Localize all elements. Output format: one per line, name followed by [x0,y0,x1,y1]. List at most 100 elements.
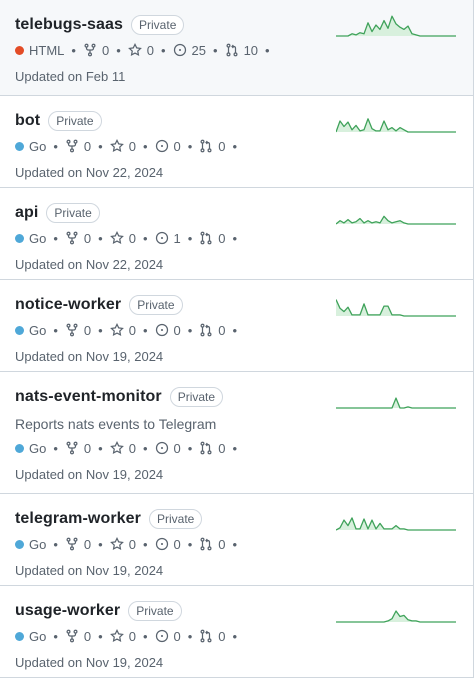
repo-card[interactable]: api Private Go • 0 • 0 • 1 • 0 • Updated… [0,188,473,280]
pull-requests-link[interactable]: 0 [199,441,226,456]
separator-dot: • [142,440,148,456]
stars-count: 0 [128,138,136,154]
forks-link[interactable]: 0 [65,537,91,552]
repo-name-link[interactable]: api [15,204,38,222]
updated-date: Updated on Feb 11 [15,69,126,84]
repo-card[interactable]: usage-worker Private Go • 0 • 0 • 0 • 0 … [0,586,473,678]
issue-icon [155,323,168,337]
repo-card[interactable]: telegram-worker Private Go • 0 • 0 • 0 •… [0,494,473,586]
issue-icon [155,537,168,551]
pull-request-icon [200,537,212,551]
repo-meta: Go • 0 • 0 • 1 • 0 • [15,227,458,249]
repo-meta: Go • 0 • 0 • 0 • 0 • [15,625,458,647]
pull-requests-count: 0 [218,230,226,246]
pull-requests-count: 0 [218,536,226,552]
activity-sparkline [336,299,456,317]
fork-icon [66,441,78,455]
repo-name-link[interactable]: nats-event-monitor [15,388,162,406]
forks-count: 0 [101,42,110,58]
pull-requests-count: 0 [218,628,226,644]
stars-link[interactable]: 0 [109,537,136,552]
pull-requests-link[interactable]: 0 [199,536,226,552]
repo-name-link[interactable]: usage-worker [15,602,120,620]
issues-link[interactable]: 0 [155,441,181,456]
stars-link[interactable]: 0 [109,441,136,456]
issues-link[interactable]: 0 [155,323,181,338]
pull-requests-link[interactable]: 0 [199,230,226,246]
separator-dot: • [53,230,58,246]
stars-count: 0 [128,628,136,644]
pull-requests-link[interactable]: 0 [199,138,226,154]
repo-card[interactable]: telebugs-saas Private HTML • 0 • 0 • 25 [0,0,473,96]
pull-requests-link[interactable]: 0 [199,323,226,338]
forks-link[interactable]: 0 [83,43,109,58]
visibility-badge: Private [131,15,185,35]
updated-date: Updated on Nov 19, 2024 [15,467,164,482]
stars-link[interactable]: 0 [127,42,154,58]
repository-list: telebugs-saas Private HTML • 0 • 0 • 25 [0,0,474,678]
forks-link[interactable]: 0 [65,231,91,246]
stars-link[interactable]: 0 [109,138,136,154]
separator-dot: • [142,628,148,644]
issues-link[interactable]: 0 [155,629,181,644]
star-icon [109,629,124,643]
separator-dot: • [142,230,148,246]
repo-card[interactable]: notice-worker Private Go • 0 • 0 • 0 • 0… [0,280,473,372]
star-icon [109,441,124,455]
stars-link[interactable]: 0 [109,230,136,246]
forks-link[interactable]: 0 [65,629,91,644]
language-color-icon [15,631,24,641]
stars-link[interactable]: 0 [109,323,136,338]
separator-dot: • [213,42,218,58]
separator-dot: • [71,42,76,58]
repo-name-link[interactable]: bot [15,112,40,130]
pull-requests-link[interactable]: 0 [199,628,226,644]
star-icon [127,43,142,57]
forks-link[interactable]: 0 [65,139,91,154]
fork-icon [84,43,96,57]
separator-dot: • [98,322,103,338]
issues-count: 0 [173,440,181,456]
star-icon [109,231,124,245]
language-color-icon [15,45,24,55]
activity-area [336,299,456,316]
updated-date: Updated on Nov 22, 2024 [15,165,164,180]
issues-count: 0 [173,322,181,338]
stars-count: 0 [128,230,136,246]
separator-dot: • [187,322,193,338]
activity-sparkline [336,397,456,409]
repo-name-link[interactable]: telebugs-saas [15,16,123,34]
issues-count: 0 [173,536,181,552]
language-label: Go [29,322,47,338]
visibility-badge: Private [129,295,183,315]
stars-count: 0 [146,42,154,58]
repo-name-link[interactable]: telegram-worker [15,510,141,528]
repo-meta: HTML • 0 • 0 • 25 • 10 • [15,39,458,61]
pull-requests-link[interactable]: 10 [225,43,258,58]
pull-requests-count: 0 [218,138,226,154]
forks-link[interactable]: 0 [65,441,91,456]
separator-dot: • [187,628,193,644]
stars-link[interactable]: 0 [109,628,136,644]
issues-link[interactable]: 0 [155,537,181,552]
separator-dot: • [160,42,166,58]
visibility-badge: Private [169,387,224,407]
separator-dot: • [98,628,103,644]
forks-link[interactable]: 0 [65,323,91,338]
repo-card[interactable]: nats-event-monitor Private Reports nats … [0,372,473,494]
separator-dot: • [142,536,148,552]
forks-count: 0 [83,440,92,456]
language-color-icon [15,539,24,549]
pull-request-icon [200,441,212,455]
pull-request-icon [200,139,212,153]
repo-name-link[interactable]: notice-worker [15,296,121,314]
pull-request-icon [226,43,238,57]
issues-link[interactable]: 0 [155,139,181,154]
issue-icon [155,231,168,245]
language: Go [15,323,46,338]
issues-link[interactable]: 1 [155,231,181,246]
separator-dot: • [142,138,148,154]
repo-card[interactable]: bot Private Go • 0 • 0 • 0 • 0 • Updated… [0,96,473,188]
issues-link[interactable]: 25 [173,43,206,58]
activity-sparkline [336,610,456,623]
